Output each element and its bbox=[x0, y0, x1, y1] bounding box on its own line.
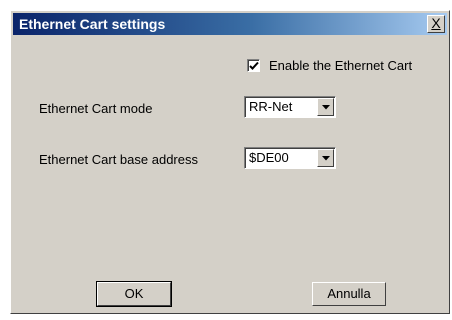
ethernet-cart-base-address-label: Ethernet Cart base address bbox=[39, 152, 198, 167]
enable-ethernet-cart-checkbox[interactable] bbox=[247, 59, 260, 72]
ethernet-cart-base-address-value: $DE00 bbox=[249, 150, 289, 165]
cancel-button[interactable]: Annulla bbox=[312, 282, 386, 306]
ok-button[interactable]: OK bbox=[96, 281, 172, 307]
chevron-down-icon bbox=[322, 105, 330, 110]
window-title: Ethernet Cart settings bbox=[19, 16, 166, 32]
ethernet-cart-base-address-select[interactable]: $DE00 bbox=[244, 147, 336, 169]
close-button[interactable]: X bbox=[427, 15, 445, 33]
enable-ethernet-cart-label: Enable the Ethernet Cart bbox=[269, 58, 413, 73]
title-bar[interactable]: Ethernet Cart settings X bbox=[13, 13, 447, 35]
chevron-down-icon bbox=[322, 156, 330, 161]
ethernet-cart-mode-value: RR-Net bbox=[249, 99, 293, 114]
ethernet-cart-base-address-dropdown-button[interactable] bbox=[317, 149, 334, 167]
ethernet-cart-mode-select[interactable]: RR-Net bbox=[244, 96, 336, 118]
checkmark-icon bbox=[249, 61, 259, 70]
ethernet-cart-mode-label: Ethernet Cart mode bbox=[39, 101, 153, 116]
ethernet-cart-mode-dropdown-button[interactable] bbox=[317, 98, 334, 116]
ethernet-cart-dialog: Ethernet Cart settings X Enable the Ethe… bbox=[10, 10, 450, 314]
